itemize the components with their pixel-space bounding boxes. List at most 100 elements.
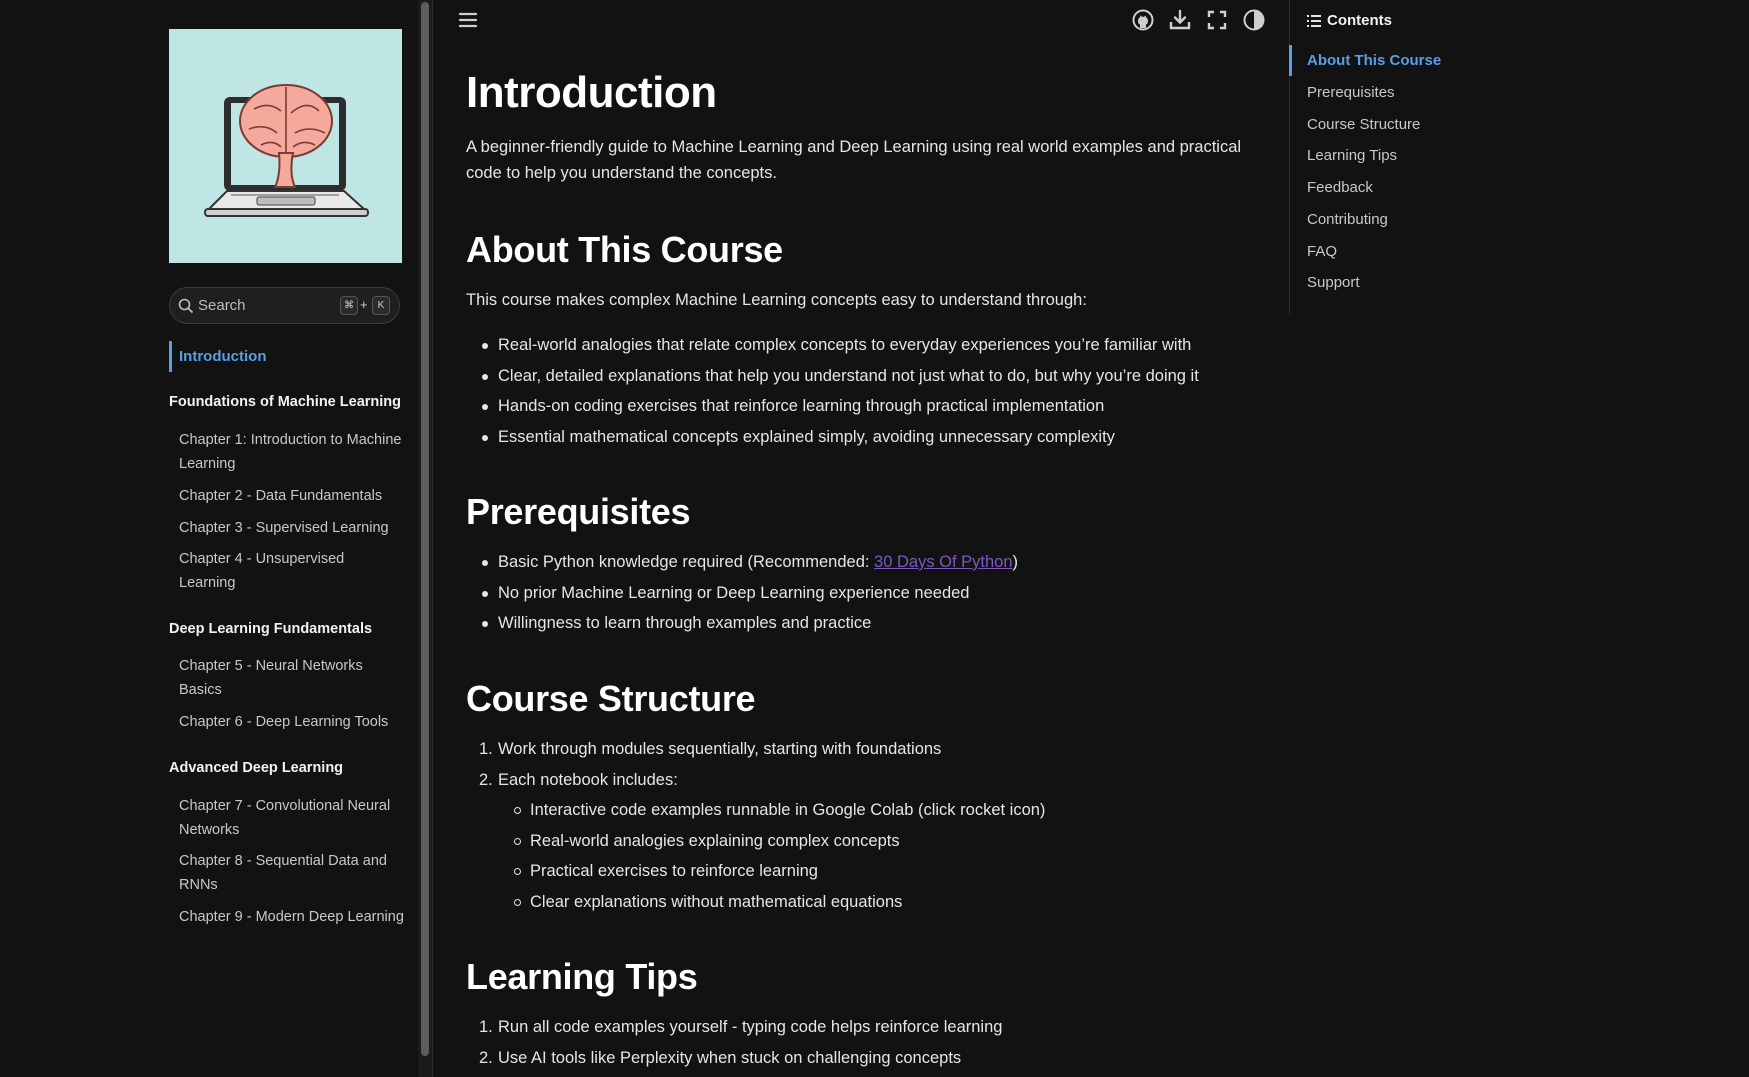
list-number: 2. xyxy=(479,1048,493,1067)
list-item: Real-world analogies that relate complex… xyxy=(482,333,1199,364)
list-item-text: Work through modules sequentially, start… xyxy=(498,740,942,758)
sidebar-item-chapter-7[interactable]: Chapter 7 - Convolutional Neural Network… xyxy=(179,794,404,842)
list-item: Hands-on coding exercises that reinforce… xyxy=(482,394,1199,425)
sidebar-scrollbar[interactable] xyxy=(418,0,433,1077)
list-item: 1. Run all code examples yourself - typin… xyxy=(479,1015,1003,1046)
toc-item-learning-tips[interactable]: Learning Tips xyxy=(1307,147,1397,164)
theme-toggle-icon[interactable] xyxy=(1242,8,1266,32)
list-item: 1. Work through modules sequentially, sta… xyxy=(479,737,942,768)
bullet-dot xyxy=(482,404,488,410)
bullet-dot xyxy=(482,373,488,380)
list-item-text: Real-world analogies that relate complex… xyxy=(498,336,1192,354)
search-icon xyxy=(178,298,194,314)
shortcut-cmd-key: ⌘ xyxy=(340,296,358,315)
list-item: Willingness to learn through examples an… xyxy=(482,611,1018,642)
search-box[interactable]: Search ⌘ + K xyxy=(169,287,400,324)
sidebar-scrollbar-thumb[interactable] xyxy=(421,2,429,1056)
page-title: Introduction xyxy=(466,68,717,117)
shortcut-plus: + xyxy=(360,297,368,312)
bullet-ring xyxy=(514,868,521,875)
list-item-text: Real-world analogies explaining complex … xyxy=(530,831,900,850)
bullet-ring xyxy=(514,807,521,814)
structure-numbered-list: 1. Work through modules sequentially, sta… xyxy=(479,737,942,799)
list-item-text: Use AI tools like Perplexity when stuck … xyxy=(498,1048,962,1067)
bullet-dot xyxy=(482,590,488,597)
list-item-text: Essential mathematical concepts explaine… xyxy=(498,427,1115,446)
structure-sub-list: Interactive code examples runnable in Go… xyxy=(514,798,1046,921)
list-number: 1. xyxy=(479,740,493,758)
intro-paragraph: A beginner-friendly guide to Machine Lea… xyxy=(466,138,1242,182)
prereq-bullet-list: Basic Python knowledge required (Recomme… xyxy=(482,550,1019,642)
toc-active-indicator xyxy=(1289,45,1292,76)
fullscreen-icon[interactable] xyxy=(1205,8,1229,32)
list-item: No prior Machine Learning or Deep Learni… xyxy=(482,581,1018,612)
bullet-dot xyxy=(482,434,488,441)
sidebar-item-chapter-4[interactable]: Chapter 4 - Unsupervised Learning xyxy=(179,547,404,595)
about-lead: This course makes complex Machine Learni… xyxy=(466,291,1087,309)
toc-item-support[interactable]: Support xyxy=(1307,274,1360,291)
brain-laptop-illustration xyxy=(169,29,402,263)
heading-course-structure: Course Structure xyxy=(466,678,756,719)
sidebar-item-chapter-3[interactable]: Chapter 3 - Supervised Learning xyxy=(179,516,404,540)
table-of-contents: Contents About This Course Prerequisites… xyxy=(1289,0,1490,315)
heading-about: About This Course xyxy=(466,229,783,270)
list-item: Interactive code examples runnable in Go… xyxy=(514,798,1046,829)
list-item: 2. Each notebook includes: xyxy=(479,768,941,799)
bullet-ring xyxy=(514,898,521,906)
list-item-text: Clear, detailed explanations that help y… xyxy=(498,366,1199,385)
list-item: Clear, detailed explanations that help y… xyxy=(482,364,1199,395)
sidebar-section-foundations: Foundations of Machine Learning xyxy=(169,394,401,410)
sidebar-item-chapter-1[interactable]: Chapter 1: Introduction to Machine Learn… xyxy=(179,428,404,476)
sidebar-item-chapter-5[interactable]: Chapter 5 - Neural Networks Basics xyxy=(179,654,404,702)
toc-item-prerequisites[interactable]: Prerequisites xyxy=(1307,84,1395,101)
sidebar: Search ⌘ + K Introduction Foundations of… xyxy=(0,0,418,1077)
course-logo[interactable] xyxy=(169,29,402,263)
menu-icon[interactable] xyxy=(456,8,480,32)
list-item: Essential mathematical concepts explaine… xyxy=(482,425,1199,456)
bullet-dot xyxy=(482,343,488,349)
list-item-text: Hands-on coding exercises that reinforce… xyxy=(498,397,1105,415)
list-item-text: No prior Machine Learning or Deep Learni… xyxy=(498,583,970,602)
list-item: Practical exercises to reinforce learnin… xyxy=(514,859,1045,890)
github-icon[interactable] xyxy=(1131,8,1155,32)
bullet-dot xyxy=(482,621,488,627)
toc-item-faq[interactable]: FAQ xyxy=(1307,243,1337,260)
list-item-text-suffix: ) xyxy=(1012,553,1019,571)
search-placeholder: Search xyxy=(198,297,246,314)
list-item: Real-world analogies explaining complex … xyxy=(514,829,1045,860)
toc-title: Contents xyxy=(1327,12,1392,29)
list-item-text: Each notebook includes: xyxy=(498,770,678,789)
toc-item-course-structure[interactable]: Course Structure xyxy=(1307,116,1420,133)
sidebar-item-chapter-8[interactable]: Chapter 8 - Sequential Data and RNNs xyxy=(179,849,404,897)
list-item: Clear explanations without mathematical … xyxy=(514,890,1045,921)
list-item-text: Willingness to learn through examples an… xyxy=(498,614,872,632)
heading-prerequisites: Prerequisites xyxy=(466,491,691,532)
heading-learning-tips: Learning Tips xyxy=(466,956,698,997)
bullet-ring xyxy=(514,837,521,845)
list-item-text: Interactive code examples runnable in Go… xyxy=(530,801,1046,819)
list-number: 1. xyxy=(479,1018,493,1036)
sidebar-item-chapter-6[interactable]: Chapter 6 - Deep Learning Tools xyxy=(179,710,404,734)
sidebar-section-deep-learning: Deep Learning Fundamentals xyxy=(169,621,373,637)
list-item: 2. Use AI tools like Perplexity when stuc… xyxy=(479,1046,1002,1077)
bullet-dot xyxy=(482,560,488,566)
download-icon[interactable] xyxy=(1168,8,1192,32)
about-bullet-list: Real-world analogies that relate complex… xyxy=(482,333,1199,456)
tips-numbered-list: 1. Run all code examples yourself - typin… xyxy=(479,1015,1003,1077)
list-item-text: Practical exercises to reinforce learnin… xyxy=(530,862,818,880)
toc-item-contributing[interactable]: Contributing xyxy=(1307,211,1388,228)
list-item: Basic Python knowledge required (Recomme… xyxy=(482,550,1019,581)
sidebar-item-introduction[interactable]: Introduction xyxy=(169,341,266,372)
list-item-text: Clear explanations without mathematical … xyxy=(530,892,903,911)
list-icon xyxy=(1307,15,1321,27)
python-course-link[interactable]: 30 Days Of Python xyxy=(874,553,1013,571)
toc-item-feedback[interactable]: Feedback xyxy=(1307,179,1373,196)
list-number: 2. xyxy=(479,770,493,789)
sidebar-item-chapter-2[interactable]: Chapter 2 - Data Fundamentals xyxy=(179,484,404,508)
sidebar-item-chapter-9[interactable]: Chapter 9 - Modern Deep Learning xyxy=(179,905,404,929)
list-item-text: Run all code examples yourself - typing … xyxy=(498,1018,1003,1036)
list-item-text: Basic Python knowledge required (Recomme… xyxy=(498,553,875,571)
shortcut-k-key: K xyxy=(372,296,390,315)
toc-item-about[interactable]: About This Course xyxy=(1307,52,1441,69)
sidebar-section-advanced: Advanced Deep Learning xyxy=(169,760,344,776)
